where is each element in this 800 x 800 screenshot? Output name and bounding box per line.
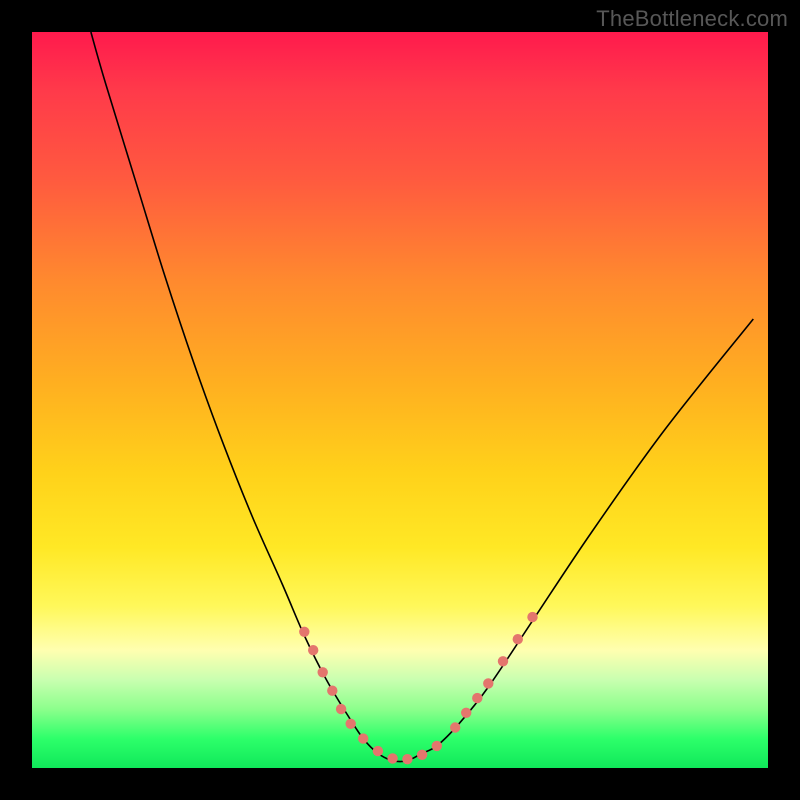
marker-dot — [358, 733, 368, 743]
chart-stage: TheBottleneck.com — [0, 0, 800, 800]
marker-dot — [387, 753, 397, 763]
marker-dot — [327, 686, 337, 696]
bottleneck-curve — [91, 32, 753, 762]
marker-dot — [336, 704, 346, 714]
marker-dot — [450, 722, 460, 732]
marker-dot — [472, 693, 482, 703]
plot-area — [32, 32, 768, 768]
marker-dot — [432, 741, 442, 751]
marker-dot — [527, 612, 537, 622]
marker-dot — [483, 678, 493, 688]
marker-dot — [373, 746, 383, 756]
marker-dot — [318, 667, 328, 677]
marker-dot — [308, 645, 318, 655]
curve-svg — [32, 32, 768, 768]
marker-group — [299, 612, 538, 765]
marker-dot — [299, 627, 309, 637]
marker-dot — [346, 719, 356, 729]
marker-dot — [513, 634, 523, 644]
marker-dot — [402, 754, 412, 764]
marker-dot — [461, 708, 471, 718]
marker-dot — [498, 656, 508, 666]
attribution-text: TheBottleneck.com — [596, 6, 788, 32]
marker-dot — [417, 750, 427, 760]
